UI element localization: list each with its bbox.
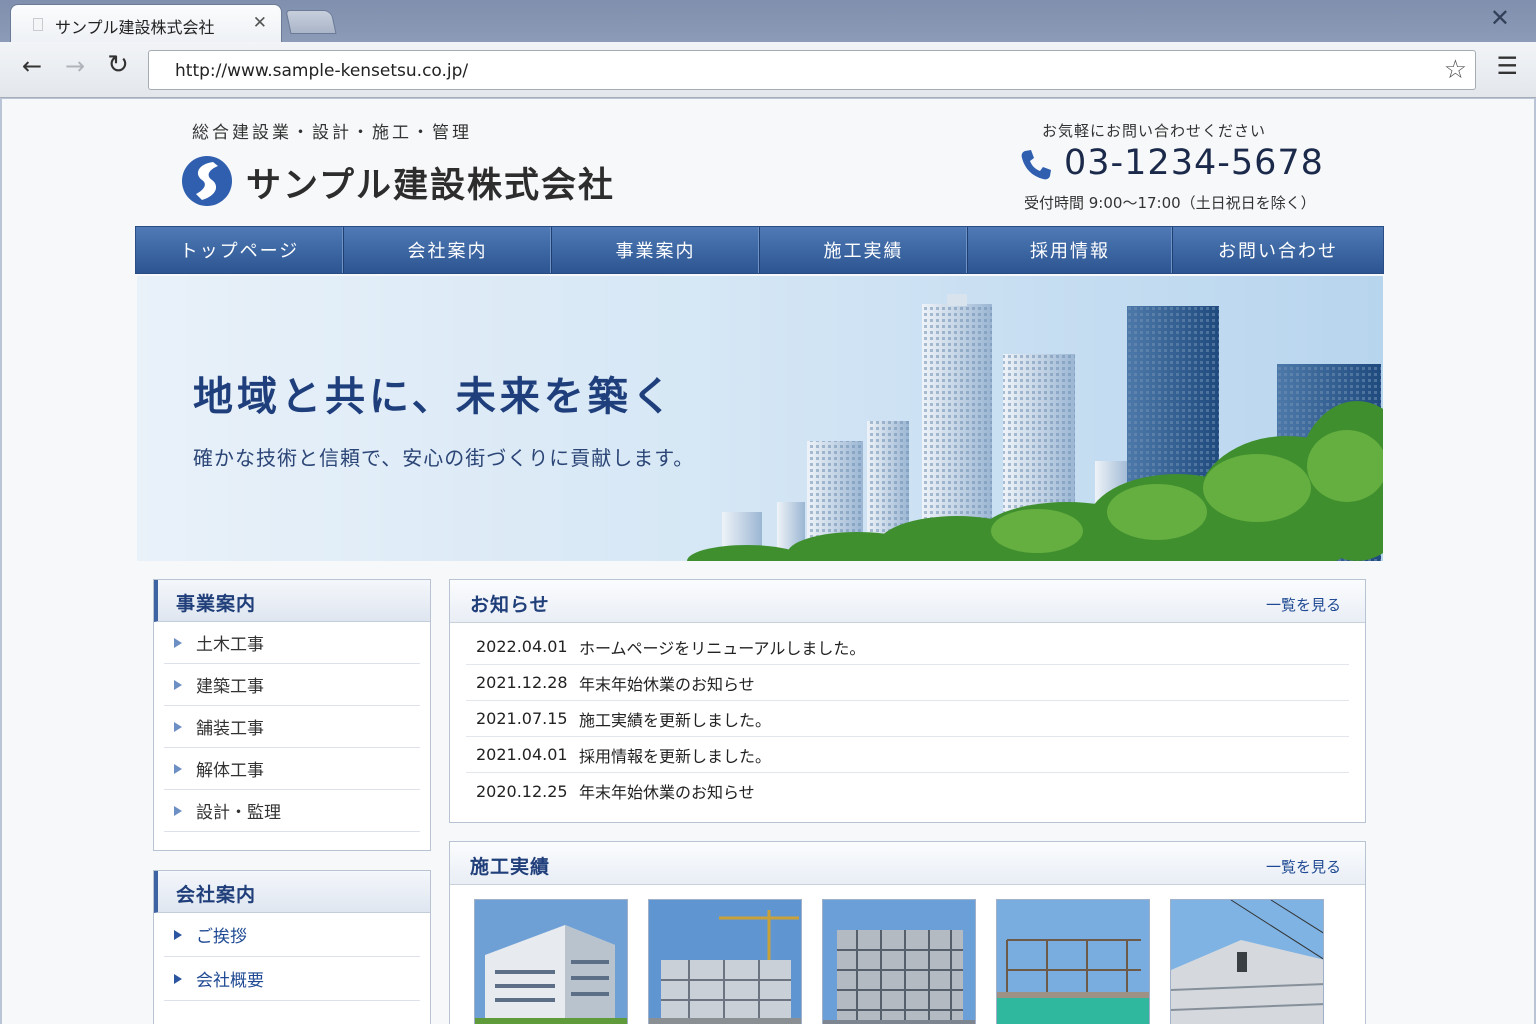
news-list: 2022.04.01 ホームページをリニューアルしました。 2021.12.28 年…: [450, 623, 1365, 809]
work-thumbnail[interactable]: [822, 899, 976, 1024]
sidebar-item-overview[interactable]: 会社概要: [164, 957, 420, 1001]
news-more-link[interactable]: 一覧を見る: [1266, 594, 1341, 615]
work-thumbnail[interactable]: [996, 899, 1150, 1024]
new-tab-button[interactable]: [285, 10, 337, 34]
phone-number[interactable]: 03-1234-5678: [1064, 143, 1324, 183]
works-panel-header: 施工実績 一覧を見る: [450, 842, 1365, 885]
work-thumbnail[interactable]: [474, 899, 628, 1024]
address-bar[interactable]: http://www.sample-kensetsu.co.jp/ ☆: [148, 50, 1476, 90]
hero-banner: 地域と共に、未来を築く 確かな技術と信頼で、安心の街づくりに貢献します。: [137, 276, 1383, 561]
triangle-right-icon: [174, 637, 182, 648]
contact-lead: お気軽にお問い合わせください: [1042, 122, 1267, 140]
company-name[interactable]: サンプル建設株式会社: [246, 157, 615, 208]
works-panel: 施工実績 一覧を見る: [449, 841, 1366, 1024]
work-thumbnail[interactable]: [648, 899, 802, 1024]
browser-tab-strip: サンプル建設株式会社 ✕ ✕: [0, 0, 1536, 42]
star-icon[interactable]: ☆: [1444, 55, 1467, 85]
sidebar-item-label: 建築工事: [196, 677, 264, 697]
sidebar-company-box: 会社案内 ご挨拶 会社概要: [153, 870, 431, 1024]
sidebar-item-label: 設計・監理: [196, 803, 281, 823]
news-item[interactable]: 2021.07.15 施工実績を更新しました。: [466, 701, 1349, 737]
sidebar-business-title: 事業案内: [154, 580, 430, 622]
news-item[interactable]: 2021.04.01 採用情報を更新しました。: [466, 737, 1349, 773]
triangle-right-icon: [174, 805, 182, 816]
sidebar-item-label: 解体工事: [196, 761, 264, 781]
works-title: 施工実績: [470, 856, 551, 878]
hero-subtitle: 確かな技術と信頼で、安心の街づくりに貢献します。: [193, 446, 695, 470]
back-arrow-icon[interactable]: ←: [17, 52, 47, 80]
news-date: 2021.12.28: [476, 673, 568, 692]
news-date: 2022.04.01: [476, 637, 568, 656]
triangle-right-icon: [174, 973, 182, 984]
news-date: 2021.04.01: [476, 745, 568, 764]
document-icon: [33, 18, 43, 31]
sidebar-item-building[interactable]: 建築工事: [164, 664, 420, 706]
nav-item-recruit[interactable]: 採用情報: [968, 227, 1173, 273]
news-panel: お知らせ 一覧を見る 2022.04.01 ホームページをリニューアルしました。 …: [449, 579, 1366, 823]
news-item[interactable]: 2021.12.28 年末年始休業のお知らせ: [466, 665, 1349, 701]
news-item[interactable]: 2022.04.01 ホームページをリニューアルしました。: [466, 629, 1349, 665]
sidebar-item-paving[interactable]: 舗装工事: [164, 706, 420, 748]
forward-arrow-icon[interactable]: →: [60, 52, 90, 80]
nav-item-works[interactable]: 施工実績: [760, 227, 968, 273]
hero-title: 地域と共に、未来を築く: [193, 373, 676, 420]
phone-icon: [1021, 150, 1051, 180]
hamburger-menu-icon[interactable]: ☰: [1496, 52, 1518, 80]
nav-item-top[interactable]: トップページ: [136, 227, 344, 273]
news-text: 施工実績を更新しました。: [579, 710, 772, 730]
sidebar-business-box: 事業案内 土木工事 建築工事 舗装工事 解体工事 設計・監理: [153, 579, 431, 851]
news-date: 2021.07.15: [476, 709, 568, 728]
sidebar-item-label: 舗装工事: [196, 719, 264, 739]
news-text: 年末年始休業のお知らせ: [579, 783, 755, 802]
news-text: 採用情報を更新しました。: [579, 746, 772, 766]
window-close-icon[interactable]: ✕: [1490, 4, 1510, 32]
url-text[interactable]: http://www.sample-kensetsu.co.jp/: [175, 61, 468, 81]
sidebar-company-title: 会社案内: [154, 871, 430, 913]
triangle-right-icon: [174, 763, 182, 774]
works-more-link[interactable]: 一覧を見る: [1266, 856, 1341, 877]
news-date: 2020.12.25: [476, 781, 568, 801]
sidebar-item-greeting[interactable]: ご挨拶: [164, 913, 420, 957]
news-title: お知らせ: [470, 594, 550, 616]
close-icon[interactable]: ✕: [253, 13, 267, 33]
sidebar-item-label: 会社概要: [196, 971, 264, 991]
news-text: ホームページをリニューアルしました。: [579, 638, 866, 658]
work-thumbnail[interactable]: [1170, 899, 1324, 1024]
sidebar-item-label: 土木工事: [196, 635, 264, 655]
business-hours: 受付時間 9:00〜17:00（土日祝日を除く）: [1024, 194, 1316, 212]
nav-item-business[interactable]: 事業案内: [552, 227, 760, 273]
company-logo-icon[interactable]: [180, 154, 234, 208]
reload-icon[interactable]: ↻: [103, 50, 133, 80]
sidebar-item-label: ご挨拶: [196, 927, 247, 947]
news-item[interactable]: 2020.12.25 年末年始休業のお知らせ: [466, 773, 1349, 809]
sidebar-item-demolition[interactable]: 解体工事: [164, 748, 420, 790]
global-nav: トップページ 会社案内 事業案内 施工実績 採用情報 お問い合わせ: [135, 226, 1384, 274]
triangle-right-icon: [174, 929, 182, 940]
tab-title: サンプル建設株式会社: [55, 18, 215, 37]
nav-item-company[interactable]: 会社案内: [344, 227, 552, 273]
nav-item-contact[interactable]: お問い合わせ: [1173, 227, 1383, 273]
browser-tab[interactable]: サンプル建設株式会社 ✕: [10, 4, 282, 42]
news-panel-header: お知らせ 一覧を見る: [450, 580, 1365, 623]
triangle-right-icon: [174, 721, 182, 732]
sidebar-item-civil[interactable]: 土木工事: [164, 622, 420, 664]
news-text: 年末年始休業のお知らせ: [579, 674, 755, 694]
triangle-right-icon: [174, 679, 182, 690]
page-viewport: 総合建設業・設計・施工・管理 サンプル建設株式会社 お気軽にお問い合わせください…: [2, 99, 1534, 1024]
sidebar-item-design[interactable]: 設計・監理: [164, 790, 420, 832]
browser-toolbar: ← → ↻ http://www.sample-kensetsu.co.jp/ …: [0, 42, 1536, 98]
header-tagline: 総合建設業・設計・施工・管理: [192, 123, 472, 143]
works-gallery: [474, 899, 1324, 1024]
